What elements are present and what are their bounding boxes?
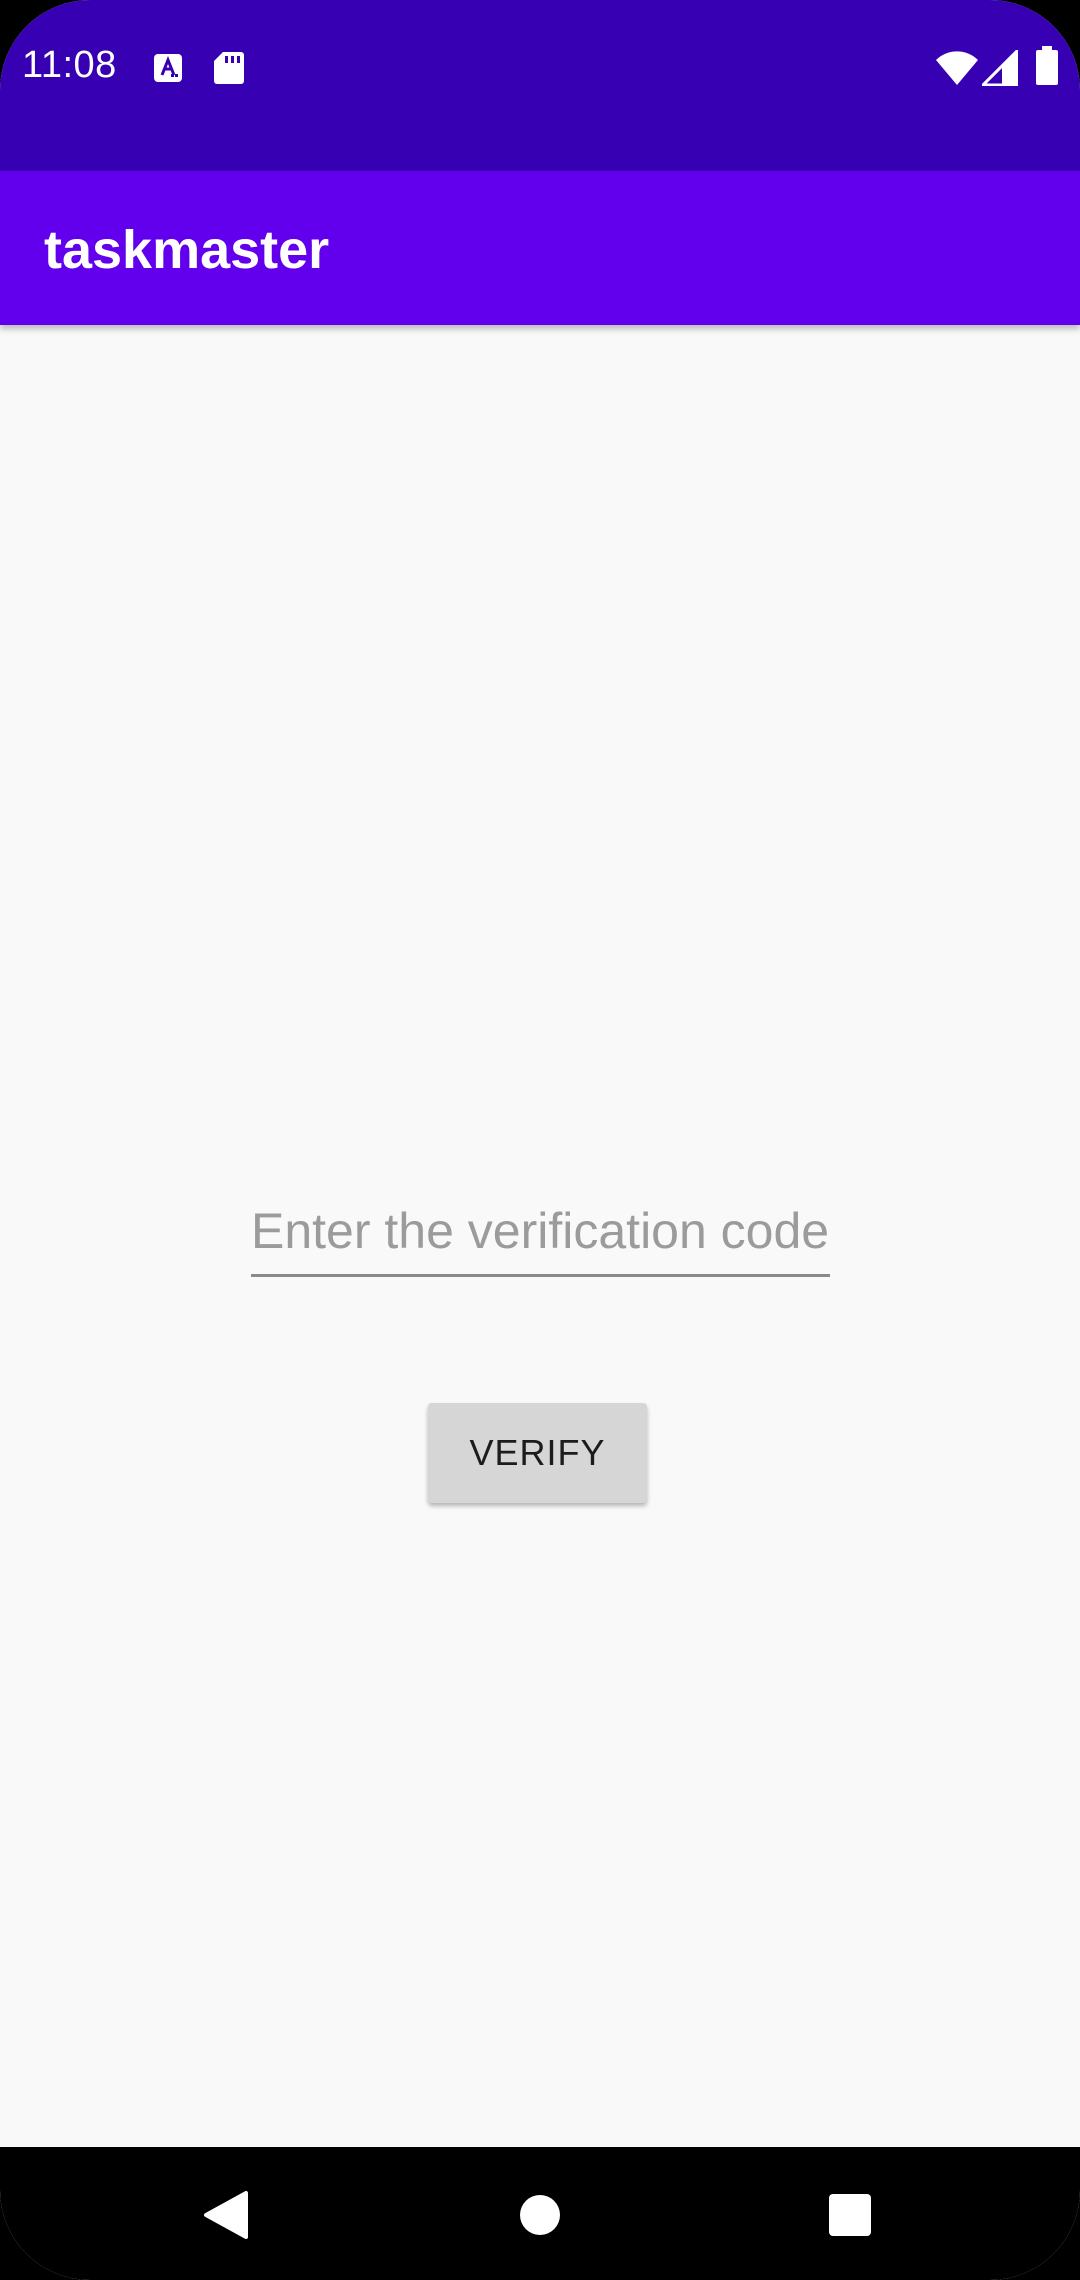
navigation-bar — [0, 2147, 1080, 2280]
home-button[interactable] — [490, 2165, 590, 2265]
home-icon — [520, 2195, 560, 2235]
wifi-icon — [935, 50, 979, 91]
phone-screen: 11:08 taskmaster Enter the verification … — [0, 0, 1080, 2280]
status-bar: 11:08 — [0, 0, 1080, 171]
app-bar: taskmaster — [0, 171, 1080, 325]
verification-code-input[interactable] — [251, 1188, 830, 1277]
app-title: taskmaster — [44, 220, 330, 280]
back-icon — [204, 2191, 248, 2239]
verify-button[interactable]: VERIFY — [428, 1403, 647, 1503]
sd-card-icon — [213, 51, 245, 90]
signal-icon — [979, 47, 1019, 91]
recents-icon — [829, 2194, 871, 2236]
status-time: 11:08 — [22, 44, 117, 86]
keyboard-a-icon — [153, 53, 183, 88]
battery-icon — [1035, 46, 1059, 91]
recents-button[interactable] — [800, 2165, 900, 2265]
back-button[interactable] — [175, 2165, 275, 2265]
